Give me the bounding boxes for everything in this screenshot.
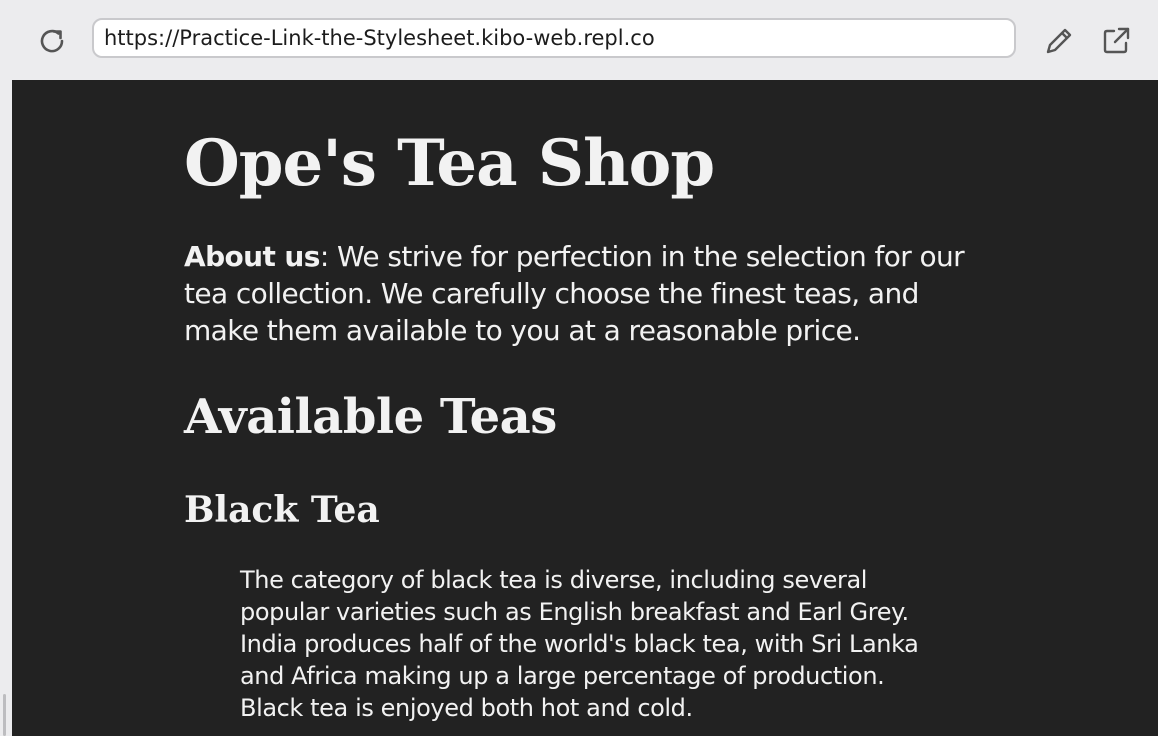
left-gutter bbox=[0, 80, 12, 736]
reload-icon bbox=[40, 29, 64, 53]
url-text: https://Practice-Link-the-Stylesheet.kib… bbox=[104, 26, 655, 50]
reload-button[interactable] bbox=[34, 23, 70, 59]
page-viewport: Ope's Tea Shop About us: We strive for p… bbox=[12, 80, 1158, 736]
url-input[interactable]: https://Practice-Link-the-Stylesheet.kib… bbox=[92, 18, 1016, 58]
tea-description: The category of black tea is diverse, in… bbox=[240, 566, 919, 722]
tea-name: Black Tea bbox=[184, 489, 380, 531]
browser-toolbar: https://Practice-Link-the-Stylesheet.kib… bbox=[0, 0, 1158, 80]
page-title: Ope's Tea Shop bbox=[184, 126, 715, 201]
open-in-new-tab-icon bbox=[1103, 27, 1130, 54]
open-in-new-tab-button[interactable] bbox=[1097, 22, 1135, 60]
edit-button[interactable] bbox=[1040, 22, 1078, 60]
about-paragraph: About us: We strive for perfection in th… bbox=[184, 238, 994, 349]
resize-handle[interactable] bbox=[3, 694, 6, 736]
pencil-icon bbox=[1046, 28, 1072, 54]
about-label: About us bbox=[184, 240, 320, 273]
section-title: Available Teas bbox=[184, 389, 557, 445]
